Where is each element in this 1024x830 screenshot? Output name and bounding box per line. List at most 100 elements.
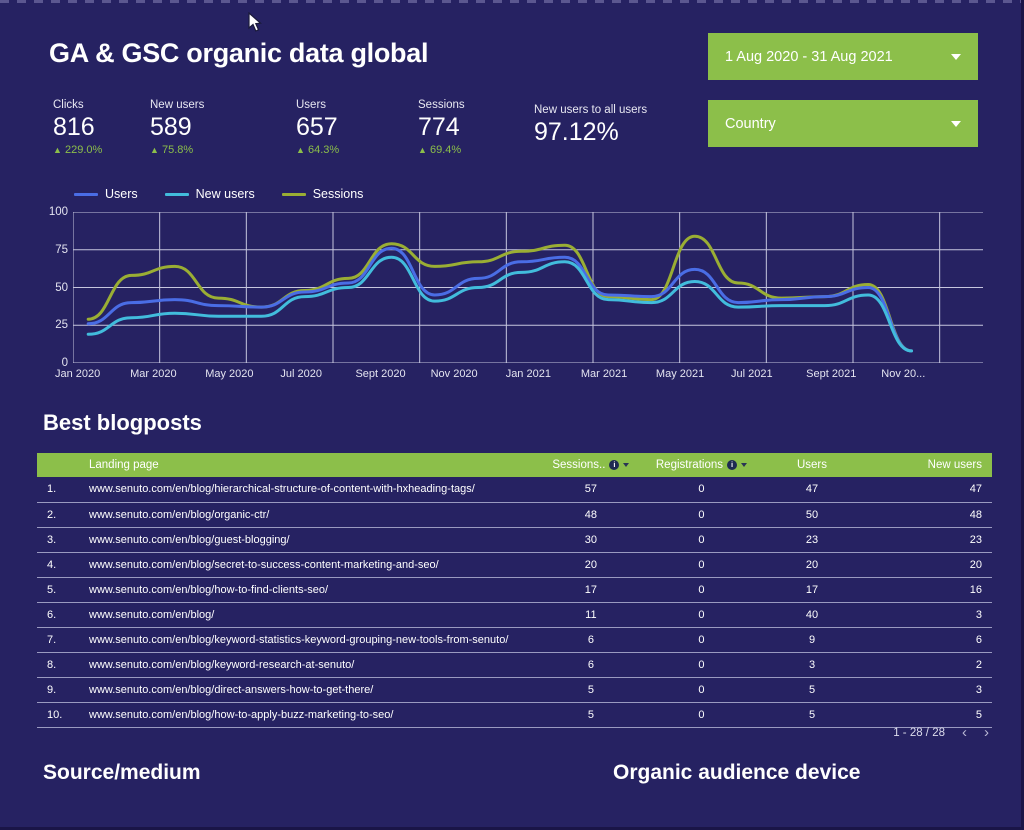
legend-label: Sessions <box>312 187 364 201</box>
table-row[interactable]: 4. www.senuto.com/en/blog/secret-to-succe… <box>37 552 992 578</box>
cell-rank: 1. <box>37 477 79 503</box>
sort-caret-icon[interactable] <box>623 463 630 467</box>
prev-page-button[interactable]: ‹ <box>962 725 967 740</box>
cell-landing-page[interactable]: www.senuto.com/en/blog/hierarchical-stru… <box>79 477 536 503</box>
trend-up-icon: ▲ <box>296 145 305 155</box>
x-tick-label: Nov 2020 <box>430 368 478 380</box>
col-rank <box>37 453 79 477</box>
kpi-value: 97.12% <box>534 118 619 146</box>
kpi-label: New users <box>150 99 205 111</box>
kpi-delta: ▲ 75.8% <box>150 144 204 156</box>
cell-landing-page[interactable]: www.senuto.com/en/blog/keyword-statistic… <box>79 627 536 653</box>
cell-new-users: 5 <box>867 702 992 728</box>
series-line-sessions <box>86 234 913 353</box>
x-tick-label: Jul 2020 <box>280 368 322 380</box>
cell-landing-page[interactable]: www.senuto.com/en/blog/direct-answers-ho… <box>79 677 536 703</box>
table-row[interactable]: 5. www.senuto.com/en/blog/how-to-find-cli… <box>37 577 992 603</box>
trend-up-icon: ▲ <box>150 145 159 155</box>
legend-item-new-users[interactable]: New users <box>164 187 255 201</box>
cell-rank: 10. <box>37 702 79 728</box>
next-page-button[interactable]: › <box>984 725 989 740</box>
kpi-label: Clicks <box>53 99 84 111</box>
cell-landing-page[interactable]: www.senuto.com/en/blog/keyword-research-… <box>79 652 536 678</box>
cell-users: 47 <box>757 477 867 503</box>
cell-users: 20 <box>757 552 867 578</box>
cell-sessions: 5 <box>535 702 646 728</box>
cell-landing-page[interactable]: www.senuto.com/en/blog/organic-ctr/ <box>79 502 536 528</box>
kpi-delta-value: 75.8% <box>161 144 194 156</box>
cell-registrations: 0 <box>645 702 757 728</box>
y-tick-label: 50 <box>55 281 68 294</box>
cell-new-users: 2 <box>867 652 992 678</box>
cell-landing-page[interactable]: www.senuto.com/en/blog/how-to-find-clien… <box>79 577 536 603</box>
timeseries-chart: 0 25 50 75 100 Jan 2020 Mar 2020 May 2020 Jul 2… <box>0 205 1021 385</box>
legend-item-sessions[interactable]: Sessions <box>281 187 364 201</box>
col-sessions[interactable]: Sessions.. i <box>535 453 646 477</box>
cell-rank: 9. <box>37 677 79 703</box>
col-landing-page[interactable]: Landing page <box>79 453 536 477</box>
kpi-new-users-to-all-users: New users to all users 97.12% <box>534 104 647 147</box>
mouse-cursor <box>248 12 262 32</box>
cell-landing-page[interactable]: www.senuto.com/en/blog/how-to-apply-buzz… <box>79 702 536 728</box>
cell-rank: 5. <box>37 577 79 603</box>
organic-audience-device-heading: Organic audience device <box>613 761 861 784</box>
table-header: Landing page Sessions.. i Registrations … <box>37 453 992 477</box>
kpi-value: 589 <box>150 113 192 141</box>
table-pagination: 1 - 28 / 28 ‹ › <box>893 725 989 740</box>
table-row[interactable]: 6. www.senuto.com/en/blog/11 0 40 3 <box>37 602 992 628</box>
x-tick-label: Nov 20... <box>881 368 926 380</box>
x-tick-label: Jan 2020 <box>55 368 101 380</box>
chart-plot-area <box>73 212 983 363</box>
cell-registrations: 0 <box>645 627 757 653</box>
table-row[interactable]: 3. www.senuto.com/en/blog/guest-blogging/… <box>37 527 992 553</box>
cell-users: 5 <box>757 677 867 703</box>
cell-landing-page[interactable]: www.senuto.com/en/blog/ <box>79 602 536 628</box>
table-row[interactable]: 9. www.senuto.com/en/blog/direct-answers-… <box>37 677 992 703</box>
sort-caret-icon[interactable] <box>741 463 747 467</box>
info-icon[interactable]: i <box>609 460 620 470</box>
table-row[interactable]: 8. www.senuto.com/en/blog/keyword-researc… <box>37 652 992 678</box>
cell-users: 5 <box>757 702 867 728</box>
cell-registrations: 0 <box>645 477 757 503</box>
cell-registrations: 0 <box>645 502 757 528</box>
y-tick-label: 100 <box>48 206 68 218</box>
col-registrations[interactable]: Registrations i <box>645 453 757 477</box>
y-tick-label: 75 <box>55 243 68 256</box>
cell-rank: 6. <box>37 602 79 628</box>
kpi-delta-value: 64.3% <box>307 144 340 156</box>
cell-sessions: 20 <box>535 552 646 578</box>
x-tick-label: Mar 2021 <box>580 368 628 380</box>
table-row[interactable]: 1. www.senuto.com/en/blog/hierarchical-st… <box>37 477 992 503</box>
cell-landing-page[interactable]: www.senuto.com/en/blog/secret-to-success… <box>79 552 536 578</box>
kpi-value: 774 <box>418 113 460 141</box>
chevron-down-icon <box>951 120 961 127</box>
country-dropdown[interactable]: Country <box>708 100 978 147</box>
trend-up-icon: ▲ <box>418 145 427 155</box>
cell-rank: 4. <box>37 552 79 578</box>
cell-users: 23 <box>757 527 867 553</box>
table-row[interactable]: 2. www.senuto.com/en/blog/organic-ctr/48 0… <box>37 502 992 528</box>
cell-sessions: 6 <box>535 627 646 653</box>
table-row[interactable]: 7. www.senuto.com/en/blog/keyword-statist… <box>37 627 992 653</box>
cell-new-users: 20 <box>867 552 992 578</box>
kpi-delta: ▲ 64.3% <box>296 144 339 156</box>
cell-sessions: 57 <box>535 477 646 503</box>
table-row[interactable]: 10. www.senuto.com/en/blog/how-to-apply-b… <box>37 702 992 728</box>
col-new-users[interactable]: New users <box>867 453 992 477</box>
legend-item-users[interactable]: Users <box>74 187 138 201</box>
legend-label: Users <box>105 187 138 201</box>
trend-up-icon: ▲ <box>53 145 62 155</box>
cell-new-users: 48 <box>867 502 992 528</box>
series-line-users <box>86 246 913 353</box>
chevron-down-icon <box>951 53 961 60</box>
kpi-sessions: Sessions 774 ▲ 69.4% <box>418 99 465 156</box>
cell-sessions: 5 <box>535 677 646 703</box>
table-header-row: Landing page Sessions.. i Registrations … <box>37 453 992 477</box>
cell-registrations: 0 <box>645 677 757 703</box>
cell-landing-page[interactable]: www.senuto.com/en/blog/guest-blogging/ <box>79 527 536 553</box>
info-icon[interactable]: i <box>727 460 737 470</box>
col-users[interactable]: Users <box>757 453 867 477</box>
date-range-dropdown[interactable]: 1 Aug 2020 - 31 Aug 2021 <box>708 33 978 80</box>
dashboard-page: GA & GSC organic data global Clicks 816 ▲ … <box>0 0 1024 830</box>
cell-sessions: 11 <box>535 602 646 628</box>
